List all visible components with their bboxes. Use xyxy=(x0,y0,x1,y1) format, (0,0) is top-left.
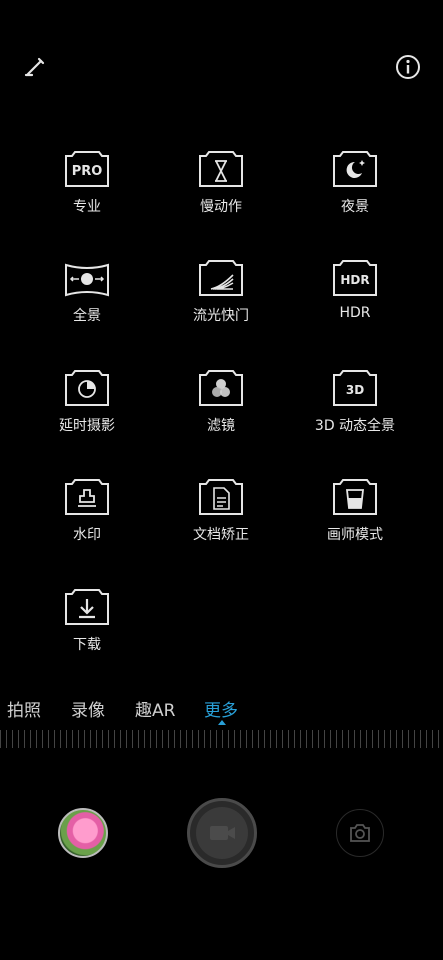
record-button[interactable] xyxy=(187,798,257,868)
mode-label: HDR xyxy=(339,305,371,321)
switch-camera-icon xyxy=(350,824,370,842)
mode-label: 画师模式 xyxy=(327,527,383,543)
mode-label: 下载 xyxy=(73,637,101,653)
filter-icon xyxy=(199,370,243,406)
mode-label: 夜景 xyxy=(341,199,369,215)
mode-download[interactable]: 下载 xyxy=(32,586,142,654)
mode-label: 水印 xyxy=(73,527,101,543)
switch-camera-button[interactable] xyxy=(336,809,384,857)
hourglass-icon xyxy=(199,151,243,187)
mode-label: 滤镜 xyxy=(207,418,235,434)
scroll-ruler[interactable] xyxy=(0,730,443,748)
mode-hdr[interactable]: HDR HDR xyxy=(300,257,410,321)
tab-video[interactable]: 录像 xyxy=(71,696,105,721)
mode-label: 延时摄影 xyxy=(59,418,115,434)
hdr-icon: HDR xyxy=(333,260,377,296)
svg-text:3D: 3D xyxy=(346,383,364,397)
mode-panorama[interactable]: 全景 xyxy=(32,257,142,325)
mode-document[interactable]: 文档矫正 xyxy=(166,476,276,544)
mode-slow-motion[interactable]: 慢动作 xyxy=(166,148,276,216)
mode-filter[interactable]: 滤镜 xyxy=(166,367,276,435)
mode-label: 全景 xyxy=(73,308,101,324)
mode-light-trail[interactable]: 流光快门 xyxy=(166,257,276,325)
mode-timelapse[interactable]: 延时摄影 xyxy=(32,367,142,435)
artist-icon xyxy=(333,479,377,515)
mode-label: 3D 动态全景 xyxy=(314,418,396,434)
panorama-icon xyxy=(65,263,109,297)
mode-watermark[interactable]: 水印 xyxy=(32,476,142,544)
video-camera-icon xyxy=(210,826,235,840)
pro-icon: PRO xyxy=(65,151,109,187)
mode-night[interactable]: 夜景 xyxy=(300,148,410,216)
tab-ar[interactable]: 趣AR xyxy=(135,696,175,721)
mode-label: 文档矫正 xyxy=(193,527,249,543)
svg-text:HDR: HDR xyxy=(340,273,369,287)
mode-pro[interactable]: PRO 专业 xyxy=(32,148,142,216)
active-tab-indicator xyxy=(218,720,226,725)
tab-photo[interactable]: 拍照 xyxy=(7,696,41,721)
info-icon[interactable] xyxy=(394,53,422,81)
3d-icon: 3D xyxy=(333,370,377,406)
mode-label: 专业 xyxy=(73,199,101,215)
tab-more[interactable]: 更多 xyxy=(204,696,238,721)
timelapse-icon xyxy=(65,370,109,406)
gallery-thumbnail[interactable] xyxy=(58,808,108,858)
mode-label: 流光快门 xyxy=(193,308,249,324)
mode-3d-panorama[interactable]: 3D 3D 动态全景 xyxy=(300,367,410,435)
watermark-icon xyxy=(65,479,109,515)
mode-label: 慢动作 xyxy=(200,199,242,215)
svg-text:PRO: PRO xyxy=(72,164,103,179)
night-icon xyxy=(333,151,377,187)
edit-icon[interactable] xyxy=(21,53,49,81)
download-icon xyxy=(65,589,109,625)
document-icon xyxy=(199,479,243,515)
mode-artist[interactable]: 画师模式 xyxy=(300,476,410,544)
light-trail-icon xyxy=(199,260,243,296)
